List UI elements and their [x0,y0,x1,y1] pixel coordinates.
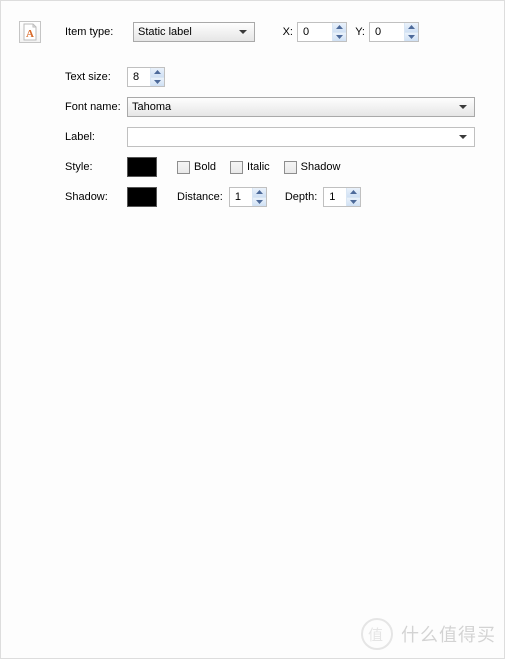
svg-text:A: A [26,28,34,40]
y-label: Y: [353,26,365,38]
shadow-label: Shadow: [65,191,127,203]
distance-label: Distance: [177,191,223,203]
text-item-icon: A [19,21,41,43]
spin-up-icon[interactable] [253,188,266,198]
label-combobox[interactable] [127,127,475,147]
label-field-label: Label: [65,131,127,143]
text-size-row: Text size: 8 [19,67,486,87]
italic-checkbox[interactable]: Italic [230,161,270,174]
checkbox-icon [284,161,297,174]
style-row: Style: Bold Italic Shadow [19,157,486,177]
distance-spinner[interactable]: 1 [229,187,267,207]
header-row: A Item type: Static label X: 0 Y: 0 [19,21,486,43]
watermark-logo-icon: 值 [359,616,395,652]
x-spinner[interactable]: 0 [297,22,347,42]
style-label: Style: [65,161,127,173]
text-size-value: 8 [128,68,150,86]
shadow-checkbox[interactable]: Shadow [284,161,341,174]
font-name-label: Font name: [65,101,127,113]
distance-value: 1 [230,188,252,206]
italic-label: Italic [247,161,270,173]
chevron-down-icon [456,131,470,143]
spin-up-icon[interactable] [347,188,360,198]
text-size-label: Text size: [65,71,127,83]
y-value: 0 [370,23,404,41]
font-name-dropdown[interactable]: Tahoma [127,97,475,117]
spin-up-icon[interactable] [405,23,418,33]
shadow-checkbox-label: Shadow [301,161,341,173]
label-row: Label: [19,127,486,147]
item-type-label: Item type: [65,26,125,38]
bold-checkbox[interactable]: Bold [177,161,216,174]
item-type-value: Static label [138,26,236,38]
spin-up-icon[interactable] [151,68,164,78]
watermark-text: 什么值得买 [401,621,496,647]
depth-label: Depth: [285,191,317,203]
chevron-down-icon [236,26,250,38]
spin-down-icon[interactable] [405,33,418,42]
bold-label: Bold [194,161,216,173]
checkbox-icon [177,161,190,174]
style-color-swatch[interactable] [127,157,157,177]
depth-spinner[interactable]: 1 [323,187,361,207]
svg-text:值: 值 [368,627,384,644]
spin-down-icon[interactable] [333,33,346,42]
x-value: 0 [298,23,332,41]
text-size-spinner[interactable]: 8 [127,67,165,87]
checkbox-icon [230,161,243,174]
depth-value: 1 [324,188,346,206]
chevron-down-icon [456,101,470,113]
item-type-dropdown[interactable]: Static label [133,22,255,42]
spin-up-icon[interactable] [333,23,346,33]
spin-down-icon[interactable] [347,198,360,207]
shadow-row: Shadow: Distance: 1 Depth: 1 [19,187,486,207]
y-spinner[interactable]: 0 [369,22,419,42]
shadow-color-swatch[interactable] [127,187,157,207]
spin-down-icon[interactable] [151,78,164,87]
watermark: 值 什么值得买 [359,616,496,652]
x-label: X: [281,26,293,38]
font-name-row: Font name: Tahoma [19,97,486,117]
font-name-value: Tahoma [132,101,456,113]
spin-down-icon[interactable] [253,198,266,207]
